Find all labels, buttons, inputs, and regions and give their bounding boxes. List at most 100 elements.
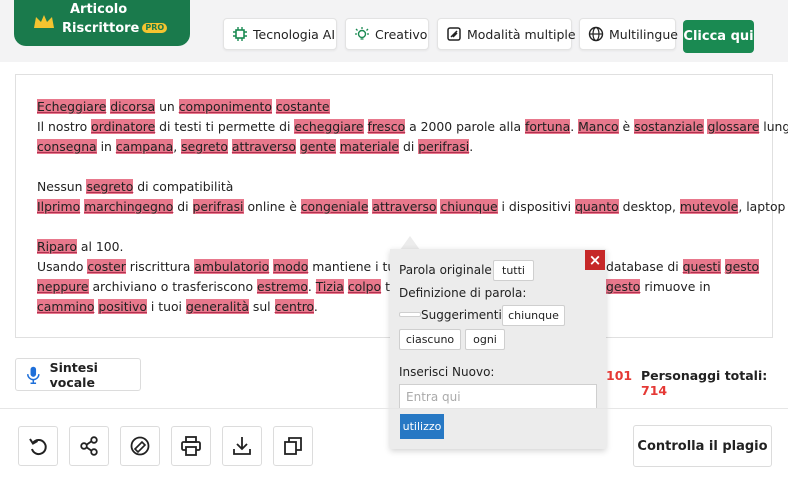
highlighted-word[interactable]: ambulatorio xyxy=(194,259,270,274)
highlighted-word[interactable]: gente xyxy=(299,139,336,154)
divider xyxy=(0,408,788,409)
highlighted-word[interactable]: questi xyxy=(682,259,721,274)
text-segment: database di xyxy=(606,259,683,274)
text-segment: lunghe xyxy=(763,119,788,134)
text-segment: di xyxy=(173,199,193,214)
suggestion-ogni[interactable]: ogni xyxy=(465,329,505,350)
undo-icon xyxy=(29,438,47,456)
text-segment: , xyxy=(173,139,182,154)
close-icon[interactable]: × xyxy=(585,250,605,270)
text-segment: Nessun xyxy=(37,179,87,194)
highlighted-word[interactable]: costante xyxy=(275,99,330,114)
insert-label: Inserisci Nuovo: xyxy=(399,365,495,379)
text-segment: rimuove in xyxy=(640,279,711,294)
highlighted-word[interactable]: positivo xyxy=(98,299,147,314)
highlighted-word[interactable]: glossare xyxy=(707,119,760,134)
download-button[interactable] xyxy=(222,426,262,466)
share-icon xyxy=(80,436,98,456)
lightbulb-icon xyxy=(355,27,369,40)
highlighted-word[interactable]: attraverso xyxy=(372,199,437,214)
highlighted-word[interactable]: Riparo xyxy=(37,239,77,254)
share-button[interactable] xyxy=(69,426,109,466)
undo-button[interactable] xyxy=(18,426,58,466)
feature-modes[interactable]: Modalità multiple xyxy=(437,18,576,50)
highlighted-word[interactable]: campana xyxy=(115,139,174,154)
text-segment: di xyxy=(399,139,419,154)
feature-ai[interactable]: Tecnologia AI xyxy=(223,18,337,50)
highlighted-word[interactable]: marchingegno xyxy=(84,199,174,214)
highlighted-word[interactable]: segreto xyxy=(86,179,134,194)
text-segment: Il nostro xyxy=(37,119,92,134)
highlighted-word[interactable]: sostanziale xyxy=(634,119,704,134)
highlighted-word[interactable]: ordinatore xyxy=(91,119,156,134)
copy-button[interactable] xyxy=(273,426,313,466)
highlighted-word[interactable]: echeggiare xyxy=(294,119,364,134)
text-segment: i tuoi xyxy=(146,299,186,314)
highlighted-word[interactable]: perifrasi xyxy=(418,139,470,154)
paragraph-3: Riparo al 100. Usando coster riscrittura … xyxy=(37,237,433,317)
original-word[interactable]: tutti xyxy=(493,260,534,281)
highlighted-word[interactable]: attraverso xyxy=(231,139,296,154)
definition-toggle[interactable] xyxy=(399,312,421,317)
highlighted-word[interactable]: gesto xyxy=(724,259,760,274)
suggestions-label: Suggerimenti: xyxy=(421,308,506,322)
paragraph-2: Nessun segreto di compatibilità Ilprimo m… xyxy=(37,177,788,217)
highlighted-word[interactable]: Tizia xyxy=(315,279,344,294)
text-segment: archiviano o trasferiscono xyxy=(88,279,257,294)
brand-title-line1: Articolo xyxy=(70,2,128,17)
text-to-speech-button[interactable]: Sintesi vocale xyxy=(15,358,141,391)
highlighted-word[interactable]: segreto xyxy=(181,139,228,154)
highlighted-word[interactable]: neppure xyxy=(37,279,89,294)
text-segment: di testi ti permette di xyxy=(155,119,295,134)
brand-badge[interactable]: Articolo Riscrittore PRO xyxy=(14,0,190,46)
highlighted-word[interactable]: estremo xyxy=(256,279,308,294)
highlighted-word[interactable]: cammino xyxy=(37,299,95,314)
new-word-input[interactable]: Entra qui xyxy=(399,384,597,409)
highlighted-word[interactable]: Manco xyxy=(578,119,619,134)
text-segment: riscrittura xyxy=(125,259,195,274)
highlighted-word[interactable]: consegna xyxy=(37,139,97,154)
highlighted-word[interactable]: modo xyxy=(273,259,309,274)
text-segment: al 100. xyxy=(76,239,124,254)
highlighted-word[interactable]: quanto xyxy=(575,199,619,214)
text-segment: online è xyxy=(243,199,301,214)
highlighted-word[interactable]: mutevole xyxy=(679,199,739,214)
click-here-button[interactable]: Clicca qui xyxy=(683,20,754,53)
feature-creative[interactable]: Creativo xyxy=(345,18,429,50)
total-characters: Personaggi totali: 714 xyxy=(641,368,788,398)
highlighted-word[interactable]: perifrasi xyxy=(192,199,244,214)
highlighted-word[interactable]: materiale xyxy=(339,139,400,154)
text-line: Riparo al 100. xyxy=(37,237,433,257)
check-plagiarism-button[interactable]: Controlla il plagio xyxy=(633,425,772,467)
highlighted-word[interactable]: dicorsa xyxy=(110,99,156,114)
highlighted-word[interactable]: gesto xyxy=(606,279,641,294)
text-segment: . xyxy=(570,119,579,134)
highlighted-word[interactable]: componimento xyxy=(178,99,272,114)
text-line: neppure archiviano o trasferiscono estre… xyxy=(37,277,433,297)
highlighted-word[interactable]: Echeggiare xyxy=(37,99,107,114)
highlighted-word[interactable]: generalità xyxy=(185,299,249,314)
highlighted-word[interactable]: congeniale xyxy=(300,199,369,214)
text-line: cammino positivo i tuoi generalità sul c… xyxy=(37,297,433,317)
highlighted-word[interactable]: fresco xyxy=(367,119,406,134)
suggestion-chiunque[interactable]: chiunque xyxy=(502,305,565,326)
text-segment: di compatibilità xyxy=(133,179,234,194)
highlighted-word[interactable]: chiunque xyxy=(440,199,498,214)
feature-creative-label: Creativo xyxy=(375,26,428,42)
feature-modes-label: Modalità multiple xyxy=(467,26,576,42)
highlighted-word[interactable]: colpo xyxy=(347,279,382,294)
text-segment: . xyxy=(307,279,316,294)
text-segment: in xyxy=(96,139,116,154)
suggestion-ciascuno[interactable]: ciascuno xyxy=(399,329,461,350)
highlighted-word[interactable]: coster xyxy=(87,259,126,274)
print-button[interactable] xyxy=(171,426,211,466)
highlighted-word[interactable]: Ilprimo xyxy=(37,199,81,214)
text-segment: , laptop ecc. xyxy=(738,199,788,214)
text-segment: desktop, xyxy=(618,199,680,214)
highlighted-word[interactable]: fortuna xyxy=(524,119,571,134)
use-button[interactable]: utilizzo xyxy=(400,414,444,439)
highlighted-word[interactable]: centro xyxy=(274,299,314,314)
definition-label: Definizione di parola: xyxy=(399,286,527,300)
erase-button[interactable] xyxy=(120,426,160,466)
feature-multilang[interactable]: Multilingue xyxy=(579,18,678,50)
